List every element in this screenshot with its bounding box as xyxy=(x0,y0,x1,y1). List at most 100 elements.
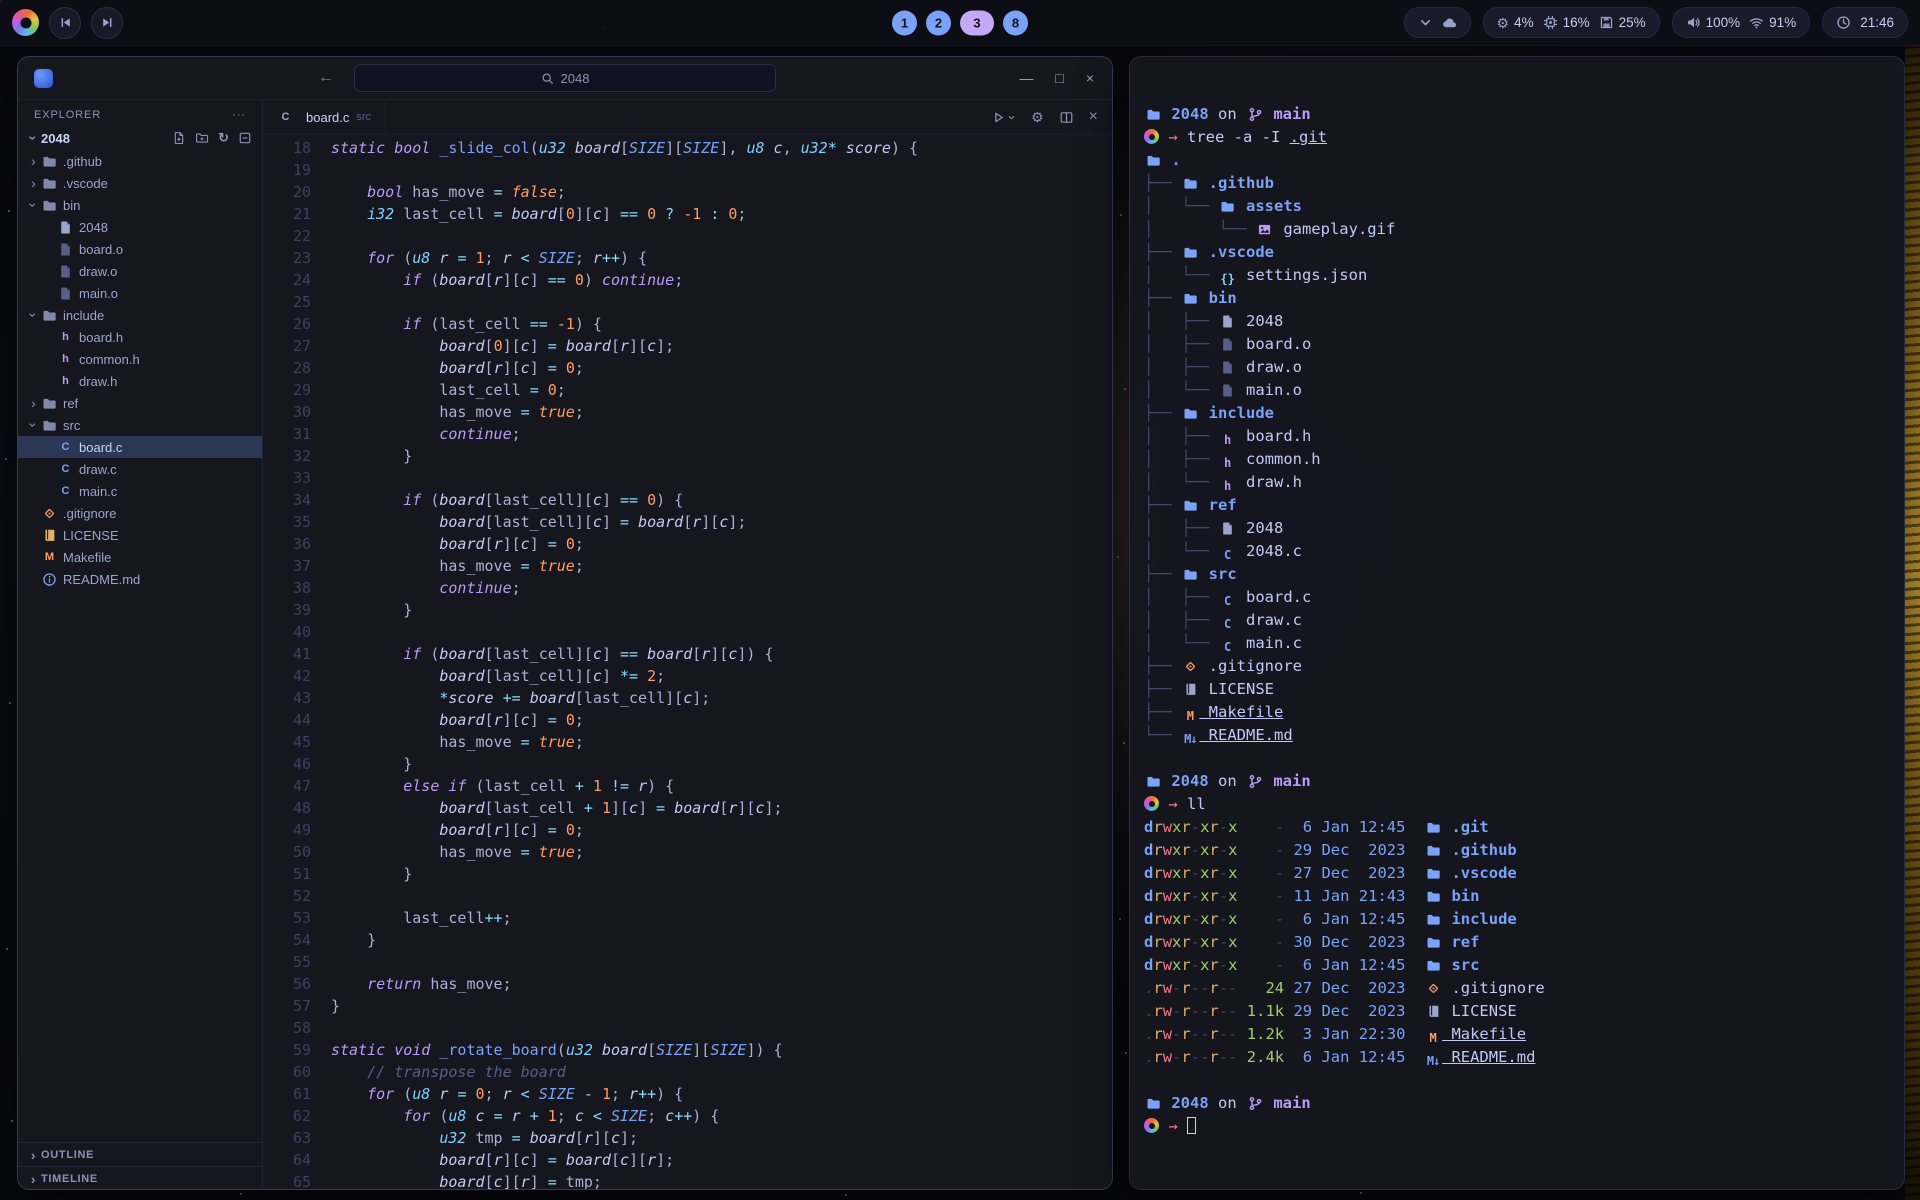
explorer-item-main.c[interactable]: Cmain.c xyxy=(18,480,262,502)
terminal-line: ├── bin xyxy=(1144,287,1890,310)
chevron-down-icon xyxy=(1418,15,1433,30)
folder-icon xyxy=(1424,889,1442,904)
explorer-item-board.h[interactable]: hboard.h xyxy=(18,326,262,348)
explorer-item-draw.h[interactable]: hdraw.h xyxy=(18,370,262,392)
terminal-window[interactable]: 2048 on main → tree -a -I .git .├── .git… xyxy=(1129,56,1905,1190)
workspace-2-button[interactable]: 2 xyxy=(926,10,951,35)
timeline-section[interactable]: › TIMELINE xyxy=(18,1166,262,1190)
explorer-item-.gitignore[interactable]: .gitignore xyxy=(18,502,262,524)
ll-entry-Makefile[interactable]: Makefile xyxy=(1442,1025,1526,1043)
code-line: 24 if (board[r][c] == 0) continue; xyxy=(263,269,1112,291)
line-number: 31 xyxy=(263,423,311,445)
terminal-line: │ ├── h board.h xyxy=(1144,425,1890,448)
outline-section[interactable]: › OUTLINE xyxy=(18,1142,262,1166)
close-button[interactable]: × xyxy=(1086,70,1094,86)
workspace-1-button[interactable]: 1 xyxy=(892,10,917,35)
distro-logo-icon[interactable] xyxy=(12,9,39,36)
explorer-item-board.o[interactable]: board.o xyxy=(18,238,262,260)
maximize-button[interactable]: □ xyxy=(1055,70,1063,86)
weather-widget[interactable] xyxy=(1404,7,1471,38)
terminal-line: │ └── gameplay.gif xyxy=(1144,218,1890,241)
explorer-item-.vscode[interactable]: ›.vscode xyxy=(18,172,262,194)
terminal-line: │ ├── draw.o xyxy=(1144,356,1890,379)
markdown-icon: M↓ xyxy=(1181,728,1199,751)
explorer-item-Makefile[interactable]: MMakefile xyxy=(18,546,262,568)
git-icon xyxy=(1424,981,1442,996)
path-link[interactable]: .git xyxy=(1290,128,1327,146)
new-file-button[interactable] xyxy=(172,131,186,145)
folder-icon xyxy=(41,396,58,411)
explorer-item-label: common.h xyxy=(79,352,140,367)
terminal-line: │ ├── C draw.c xyxy=(1144,609,1890,632)
cpu-value: 4% xyxy=(1514,15,1534,30)
explorer-item-label: ref xyxy=(63,396,78,411)
run-button[interactable] xyxy=(991,110,1016,125)
collapse-all-button[interactable] xyxy=(238,131,252,145)
workspace-3-button[interactable]: 3 xyxy=(960,10,994,35)
tree-entry-Makefile[interactable]: Makefile xyxy=(1199,703,1283,721)
tab-label: board.c xyxy=(306,110,349,125)
explorer-item-bin[interactable]: ›bin xyxy=(18,194,262,216)
explorer-item-common.h[interactable]: hcommon.h xyxy=(18,348,262,370)
tree-entry-assets: assets xyxy=(1237,197,1302,215)
book-icon xyxy=(1424,1004,1442,1019)
c-icon: C xyxy=(57,485,74,497)
explorer-item-include[interactable]: ›include xyxy=(18,304,262,326)
explorer-item-draw.c[interactable]: Cdraw.c xyxy=(18,458,262,480)
explorer-item-2048[interactable]: 2048 xyxy=(18,216,262,238)
tree-entry-draw.h: draw.h xyxy=(1237,473,1302,491)
refresh-button[interactable]: ↻ xyxy=(218,130,229,146)
line-number: 53 xyxy=(263,907,311,929)
new-folder-button[interactable] xyxy=(195,131,209,145)
code-editor[interactable]: 18static bool _slide_col(u32 board[SIZE]… xyxy=(263,135,1112,1190)
explorer-item-README.md[interactable]: README.md xyxy=(18,568,262,590)
close-editor-button[interactable]: × xyxy=(1089,108,1098,126)
line-number: 28 xyxy=(263,357,311,379)
image-icon xyxy=(1256,222,1274,237)
media-next-button[interactable] xyxy=(91,7,123,39)
minimize-button[interactable]: — xyxy=(1019,70,1033,86)
tree-entry-draw.o: draw.o xyxy=(1237,358,1302,376)
explorer-item-src[interactable]: ›src xyxy=(18,414,262,436)
explorer-item-label: main.o xyxy=(79,286,118,301)
tree-entry-README.md[interactable]: README.md xyxy=(1199,726,1292,744)
chevron-icon: › xyxy=(26,395,41,411)
git-icon xyxy=(41,506,58,521)
explorer-item-main.o[interactable]: main.o xyxy=(18,282,262,304)
explorer-item-.github[interactable]: ›.github xyxy=(18,150,262,172)
gear-icon: ⚙ xyxy=(1497,16,1510,30)
explorer-item-ref[interactable]: › ref xyxy=(18,392,262,414)
tree-entry-bin: bin xyxy=(1199,289,1236,307)
folder-icon xyxy=(41,308,58,323)
explorer-item-label: main.c xyxy=(79,484,117,499)
workspace-8-button[interactable]: 8 xyxy=(1003,10,1028,35)
audio-network-widget[interactable]: 100% 91% xyxy=(1672,7,1811,38)
explorer-item-label: LICENSE xyxy=(63,528,119,543)
line-number: 19 xyxy=(263,159,311,181)
terminal-cursor[interactable] xyxy=(1187,1117,1196,1134)
line-number: 60 xyxy=(263,1061,311,1083)
settings-gear-button[interactable]: ⚙ xyxy=(1031,110,1044,124)
explorer-item-LICENSE[interactable]: LICENSE xyxy=(18,524,262,546)
explorer-item-board.c[interactable]: Cboard.c xyxy=(18,436,262,458)
skip-forward-icon xyxy=(100,15,115,30)
explorer-item-draw.o[interactable]: draw.o xyxy=(18,260,262,282)
clock-widget[interactable]: 21:46 xyxy=(1822,7,1908,38)
split-editor-button[interactable] xyxy=(1059,110,1074,125)
code-line: 55 xyxy=(263,951,1112,973)
explorer-root[interactable]: › 2048 ↻ xyxy=(18,126,262,150)
ll-entry-README.md[interactable]: README.md xyxy=(1442,1048,1535,1066)
system-stats-widget[interactable]: ⚙ 4% 16% 25% xyxy=(1483,7,1660,38)
tab-board-c[interactable]: C board.c src xyxy=(263,100,386,134)
code-line: 31 continue; xyxy=(263,423,1112,445)
nav-back-button[interactable]: ← xyxy=(318,69,334,87)
terminal-line: │ └── C main.c xyxy=(1144,632,1890,655)
tree-entry-common.h: common.h xyxy=(1237,450,1321,468)
explorer-more-button[interactable]: ··· xyxy=(232,109,246,121)
line-number: 57 xyxy=(263,995,311,1017)
code-line: 38 continue; xyxy=(263,577,1112,599)
line-number: 25 xyxy=(263,291,311,313)
terminal-line: .rw-r--r-- 1.1k 29 Dec 2023 LICENSE xyxy=(1144,1000,1890,1023)
media-previous-button[interactable] xyxy=(49,7,81,39)
editor-search-box[interactable]: 2048 xyxy=(354,64,776,92)
